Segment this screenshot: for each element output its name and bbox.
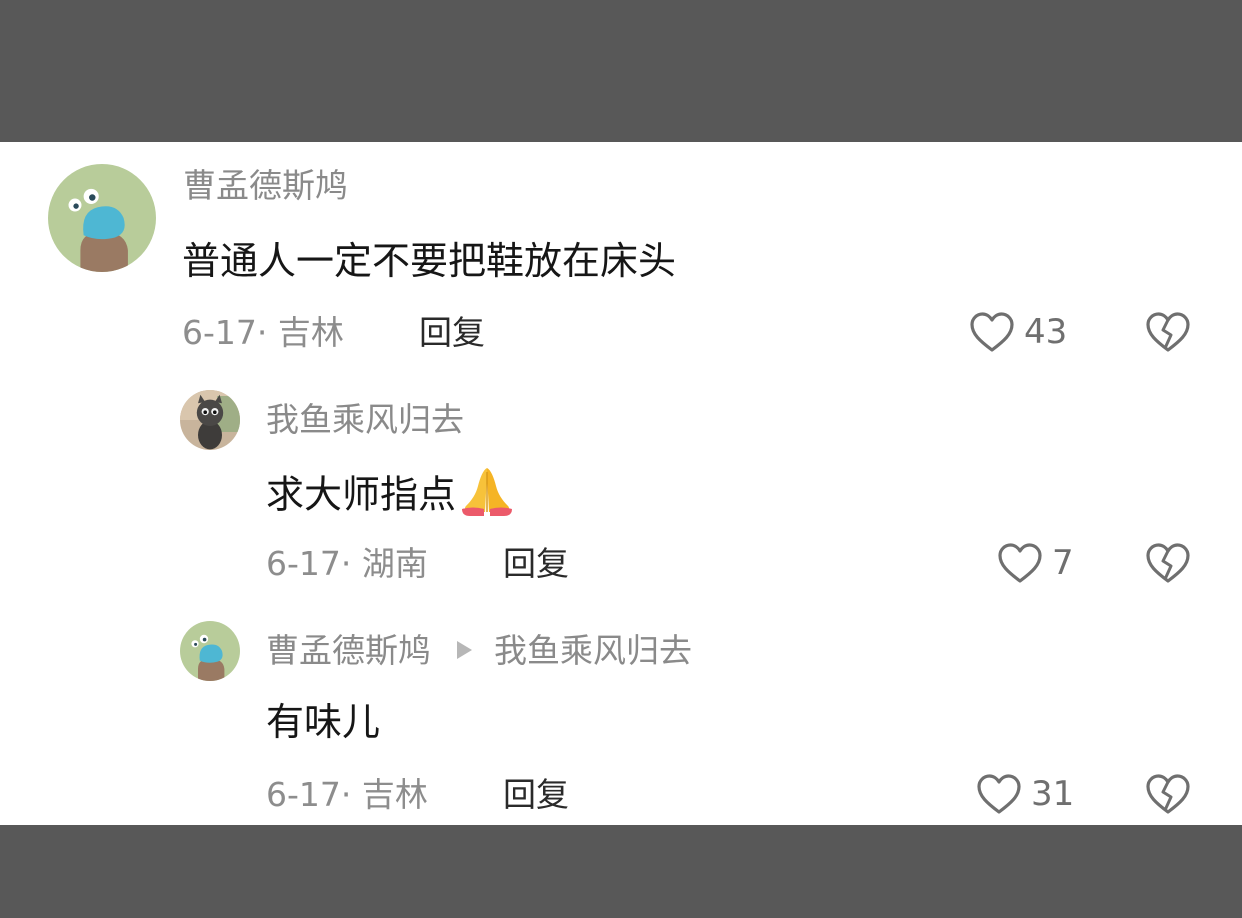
like-button[interactable]: 43 (968, 310, 1067, 354)
like-count: 7 (1052, 543, 1074, 583)
meta-separator: · (256, 313, 268, 352)
dislike-button[interactable] (1144, 772, 1192, 816)
comment-location: 吉林 (361, 775, 428, 814)
username[interactable]: 曹孟德斯鸠 (266, 631, 431, 670)
avatar[interactable] (48, 164, 156, 272)
heart-icon (998, 543, 1042, 583)
reply-button[interactable]: 回复 (503, 544, 569, 584)
broken-heart-icon (1146, 543, 1190, 583)
comment-meta: 6-17· 吉林 (266, 775, 428, 815)
like-count: 31 (1031, 774, 1075, 814)
reply-button[interactable]: 回复 (419, 313, 485, 353)
avatar[interactable] (180, 621, 240, 681)
comment-text-body: 求大师指点 (266, 472, 457, 517)
reply-to-username[interactable]: 我鱼乘风归去 (494, 631, 692, 670)
dislike-button[interactable] (1144, 310, 1192, 354)
comment-meta: 6-17· 湖南 (266, 544, 428, 584)
like-count: 43 (1024, 312, 1068, 352)
heart-icon (977, 774, 1021, 814)
meta-separator: · (340, 775, 352, 814)
comment-meta: 6-17· 吉林 (182, 313, 344, 353)
broken-heart-icon (1146, 312, 1190, 352)
username[interactable]: 我鱼乘风归去 (266, 400, 464, 440)
cat-avatar-icon (180, 390, 240, 450)
comment-text: 普通人一定不要把鞋放在床头 (182, 239, 677, 283)
comment-panel: 曹孟德斯鸠 普通人一定不要把鞋放在床头 6-17· 吉林 回复 43 我鱼乘风归… (0, 142, 1242, 825)
like-button[interactable]: 31 (975, 772, 1074, 816)
heart-icon (970, 312, 1014, 352)
comment-date: 6-17 (182, 313, 257, 352)
meta-separator: · (340, 544, 352, 583)
comment-date: 6-17 (266, 544, 341, 583)
reply-arrow-icon (457, 640, 472, 659)
dislike-button[interactable] (1144, 541, 1192, 585)
like-button[interactable]: 7 (996, 541, 1074, 585)
avatar[interactable] (180, 390, 240, 450)
comment-location: 吉林 (277, 313, 344, 352)
cartoon-avatar-icon (180, 621, 240, 681)
comment-date: 6-17 (266, 775, 341, 814)
username[interactable]: 曹孟德斯鸠 (183, 166, 348, 206)
comment-text: 求大师指点 (266, 468, 516, 526)
praying-hands-icon (462, 468, 513, 516)
comment-text: 有味儿 (266, 700, 381, 744)
reply-button[interactable]: 回复 (503, 775, 569, 815)
comment-location: 湖南 (361, 544, 428, 583)
broken-heart-icon (1146, 774, 1190, 814)
reply-header: 曹孟德斯鸠 我鱼乘风归去 (266, 631, 692, 671)
cartoon-avatar-icon (48, 164, 156, 272)
